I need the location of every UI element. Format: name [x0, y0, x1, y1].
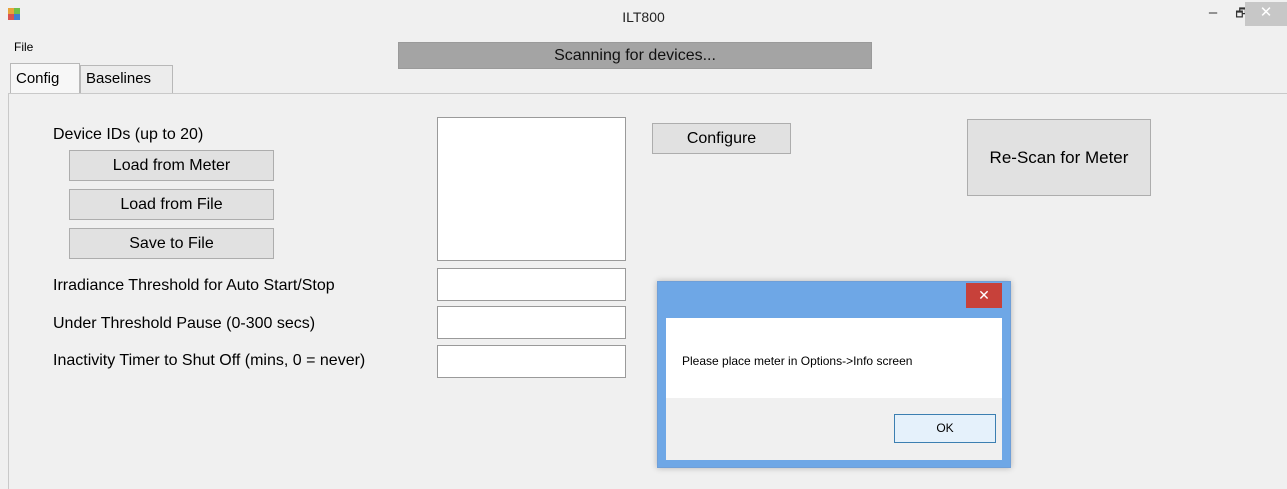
title-bar: ILT800 – 🗗 ✕ [0, 0, 1287, 34]
irradiance-threshold-label: Irradiance Threshold for Auto Start/Stop [53, 277, 335, 294]
message-dialog: ✕ Please place meter in Options->Info sc… [657, 281, 1011, 468]
under-threshold-pause-label: Under Threshold Pause (0-300 secs) [53, 315, 316, 332]
save-to-file-button[interactable]: Save to File [69, 228, 274, 259]
load-from-meter-button[interactable]: Load from Meter [69, 150, 274, 181]
scan-progress-bar: Scanning for devices... [398, 42, 872, 69]
tab-config[interactable]: Config [10, 63, 80, 93]
tab-baselines[interactable]: Baselines [80, 65, 173, 93]
configure-button[interactable]: Configure [652, 123, 791, 154]
dialog-ok-button[interactable]: OK [894, 414, 996, 443]
device-ids-textarea[interactable] [437, 117, 626, 261]
rescan-for-meter-button[interactable]: Re-Scan for Meter [967, 119, 1151, 196]
dialog-footer: OK [666, 398, 1002, 460]
dialog-message: Please place meter in Options->Info scre… [682, 354, 913, 368]
status-text: Scanning for devices... [554, 47, 716, 64]
menu-bar: File [14, 40, 33, 54]
irradiance-threshold-input[interactable] [437, 268, 626, 301]
load-from-file-button[interactable]: Load from File [69, 189, 274, 220]
inactivity-timer-input[interactable] [437, 345, 626, 378]
close-button[interactable]: ✕ [1245, 2, 1287, 26]
inactivity-timer-label: Inactivity Timer to Shut Off (mins, 0 = … [53, 352, 366, 369]
under-threshold-pause-input[interactable] [437, 306, 626, 339]
dialog-body: Please place meter in Options->Info scre… [666, 318, 1002, 398]
config-panel: Device IDs (up to 20) Load from Meter Lo… [8, 93, 1287, 489]
device-ids-label: Device IDs (up to 20) [53, 126, 204, 143]
dialog-close-button[interactable]: ✕ [966, 283, 1002, 308]
menu-file[interactable]: File [14, 40, 33, 54]
window-title: ILT800 [622, 9, 665, 25]
